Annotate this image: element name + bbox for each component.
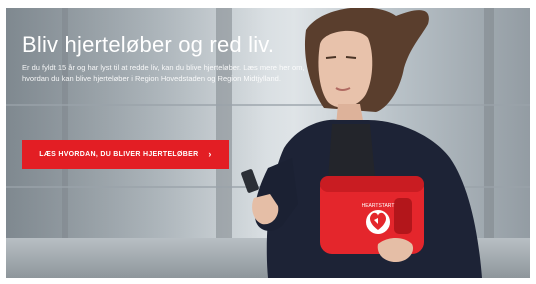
phone <box>241 169 259 193</box>
learn-how-button[interactable]: LÆS HVORDAN, DU BLIVER HJERTELØBER › <box>22 140 229 169</box>
woman-with-defibrillator-image: HEARTSTART <box>241 8 482 278</box>
arrow-right-icon: › <box>208 149 212 159</box>
face <box>318 30 373 108</box>
cta-label: LÆS HVORDAN, DU BLIVER HJERTELØBER <box>39 151 199 158</box>
defibrillator-label: HEARTSTART <box>362 203 395 209</box>
hero-banner: Bliv hjerteløber og red liv. Er du fyldt… <box>6 8 530 278</box>
